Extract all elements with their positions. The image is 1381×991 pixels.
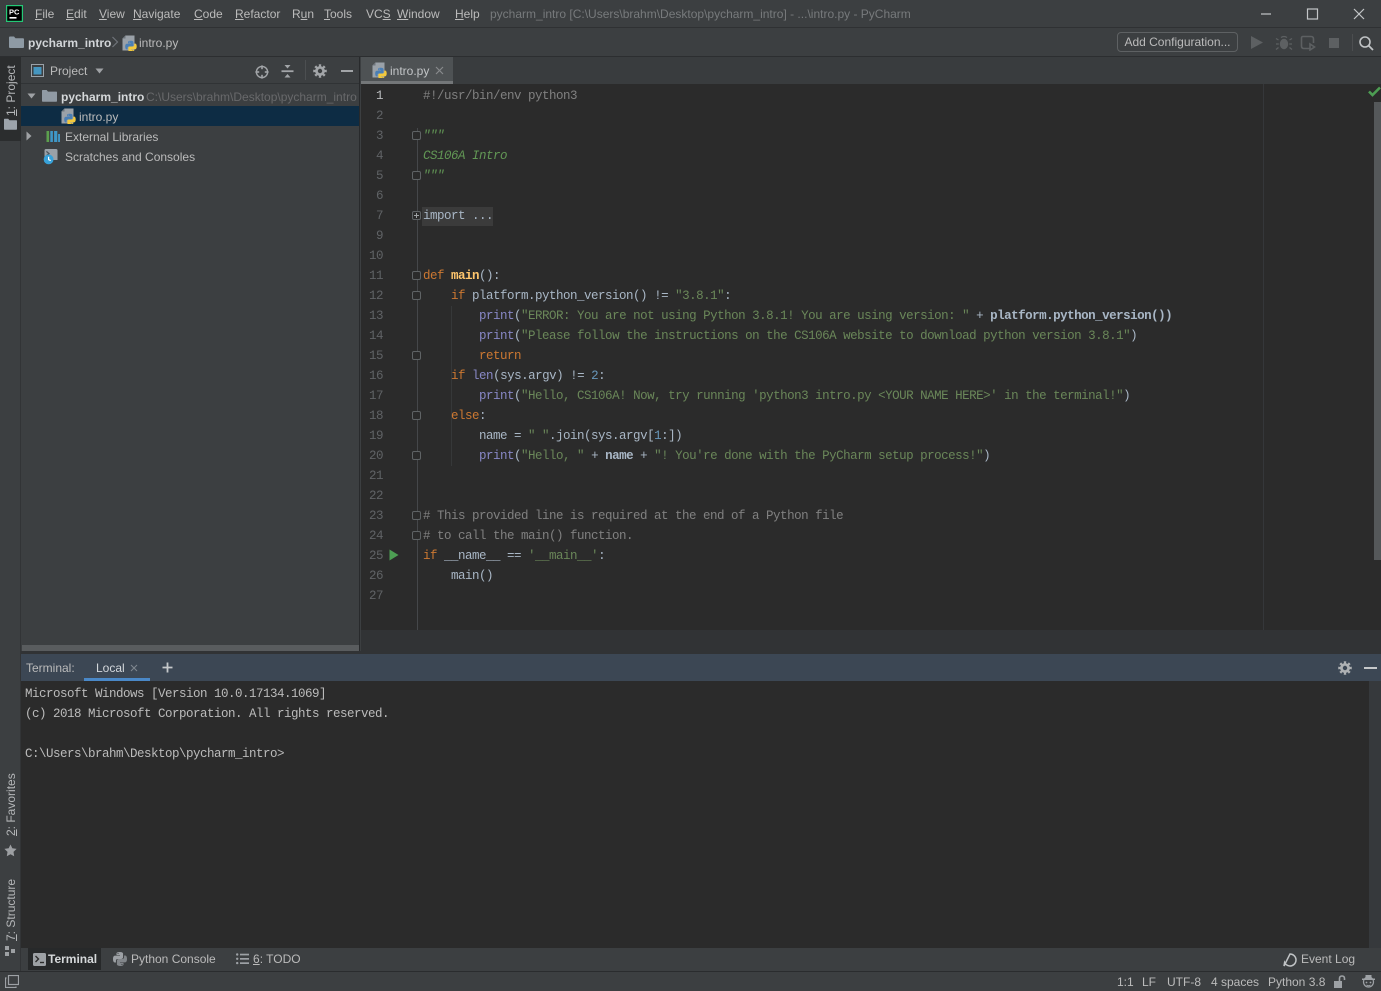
svg-text:PC: PC — [9, 8, 20, 17]
